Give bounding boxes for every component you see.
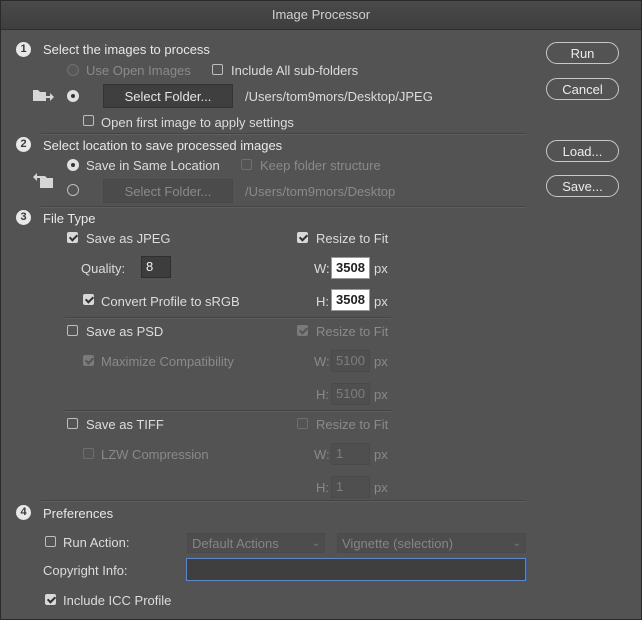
jpeg-height-unit: px (374, 294, 388, 309)
section-4-heading: Preferences (43, 506, 114, 521)
save-as-tiff-label: Save as TIFF (86, 417, 164, 432)
cancel-button[interactable]: Cancel (546, 78, 619, 100)
keep-folder-structure-label: Keep folder structure (260, 158, 381, 173)
action-select[interactable]: Vignette (selection) ⌄ (337, 533, 526, 553)
psd-width-label: W: (314, 354, 330, 369)
jpeg-height-label: H: (316, 294, 329, 309)
psd-width-input[interactable]: 5100 (331, 350, 370, 372)
jpeg-resize-to-fit-label: Resize to Fit (316, 231, 389, 246)
section-4-number: 4 (16, 505, 31, 520)
psd-height-unit: px (374, 387, 388, 402)
destination-folder-path: /Users/tom9mors/Desktop (245, 184, 396, 199)
tiff-width-input[interactable]: 1 (331, 443, 370, 465)
save-settings-button[interactable]: Save... (546, 175, 619, 197)
load-button[interactable]: Load... (546, 140, 619, 162)
window-title: Image Processor (1, 1, 641, 30)
tiff-height-label: H: (316, 480, 329, 495)
save-same-location-label: Save in Same Location (86, 158, 220, 173)
psd-height-input[interactable]: 5100 (331, 383, 370, 405)
maximize-compatibility-checkbox[interactable] (83, 355, 94, 366)
open-first-image-label: Open first image to apply settings (101, 115, 294, 130)
select-source-folder-button[interactable]: Select Folder... (103, 84, 233, 108)
save-as-psd-label: Save as PSD (86, 324, 164, 339)
source-folder-path: /Users/tom9mors/Desktop/JPEG (245, 89, 433, 104)
save-same-location-radio[interactable] (67, 159, 79, 171)
convert-profile-label: Convert Profile to sRGB (101, 294, 240, 309)
chevron-down-icon: ⌄ (512, 538, 521, 549)
jpeg-width-input[interactable]: 3508 (331, 257, 370, 279)
section-3-heading: File Type (43, 211, 96, 226)
divider (41, 206, 526, 208)
folder-arrow-out-icon (32, 171, 54, 189)
use-open-images-label: Use Open Images (86, 63, 191, 78)
save-as-tiff-checkbox[interactable] (67, 418, 78, 429)
jpeg-resize-to-fit-checkbox[interactable] (297, 232, 308, 243)
save-as-jpeg-checkbox[interactable] (67, 232, 78, 243)
select-destination-folder-radio[interactable] (67, 184, 79, 196)
convert-profile-checkbox[interactable] (83, 294, 94, 305)
psd-width-unit: px (374, 354, 388, 369)
image-processor-dialog: Image Processor Run Cancel Load... Save.… (0, 0, 642, 620)
divider (41, 500, 526, 502)
section-1-heading: Select the images to process (43, 42, 210, 57)
tiff-height-unit: px (374, 480, 388, 495)
run-button[interactable]: Run (546, 42, 619, 64)
select-folder-source-radio[interactable] (67, 90, 79, 102)
section-3-number: 3 (16, 210, 31, 225)
jpeg-width-label: W: (314, 261, 330, 276)
section-2-number: 2 (16, 137, 31, 152)
tiff-resize-to-fit-checkbox[interactable] (297, 418, 308, 429)
divider (65, 410, 391, 412)
action-set-select[interactable]: Default Actions ⌄ (187, 533, 325, 553)
psd-resize-to-fit-checkbox[interactable] (297, 325, 308, 336)
jpeg-width-unit: px (374, 261, 388, 276)
select-destination-folder-button[interactable]: Select Folder... (103, 179, 233, 203)
lzw-compression-checkbox[interactable] (83, 448, 94, 459)
psd-resize-to-fit-label: Resize to Fit (316, 324, 389, 339)
copyright-input[interactable] (186, 558, 526, 581)
keep-folder-structure-checkbox[interactable] (241, 159, 252, 170)
tiff-resize-to-fit-label: Resize to Fit (316, 417, 389, 432)
include-subfolders-checkbox[interactable] (212, 64, 223, 75)
divider (65, 317, 391, 319)
include-icc-label: Include ICC Profile (63, 593, 172, 608)
maximize-compatibility-label: Maximize Compatibility (101, 354, 234, 369)
jpeg-height-input[interactable]: 3508 (331, 289, 370, 311)
section-2-heading: Select location to save processed images (43, 138, 283, 153)
save-as-psd-checkbox[interactable] (67, 325, 78, 336)
lzw-compression-label: LZW Compression (101, 447, 209, 462)
open-first-image-checkbox[interactable] (83, 115, 94, 126)
include-subfolders-label: Include All sub-folders (231, 63, 359, 78)
folder-arrow-in-icon (32, 87, 54, 103)
tiff-width-label: W: (314, 447, 330, 462)
action-set-value: Default Actions (192, 536, 279, 551)
chevron-down-icon: ⌄ (311, 538, 320, 549)
tiff-height-input[interactable]: 1 (331, 476, 370, 498)
jpeg-quality-input[interactable]: 8 (141, 256, 171, 278)
include-icc-checkbox[interactable] (45, 594, 56, 605)
use-open-images-radio[interactable] (67, 64, 79, 76)
divider (41, 133, 526, 135)
psd-height-label: H: (316, 387, 329, 402)
section-1-number: 1 (16, 42, 31, 57)
save-as-jpeg-label: Save as JPEG (86, 231, 171, 246)
jpeg-quality-label: Quality: (81, 261, 126, 276)
run-action-label: Run Action: (63, 535, 130, 550)
run-action-checkbox[interactable] (45, 536, 56, 547)
tiff-width-unit: px (374, 447, 388, 462)
action-value: Vignette (selection) (342, 536, 454, 551)
copyright-label: Copyright Info: (43, 563, 128, 578)
